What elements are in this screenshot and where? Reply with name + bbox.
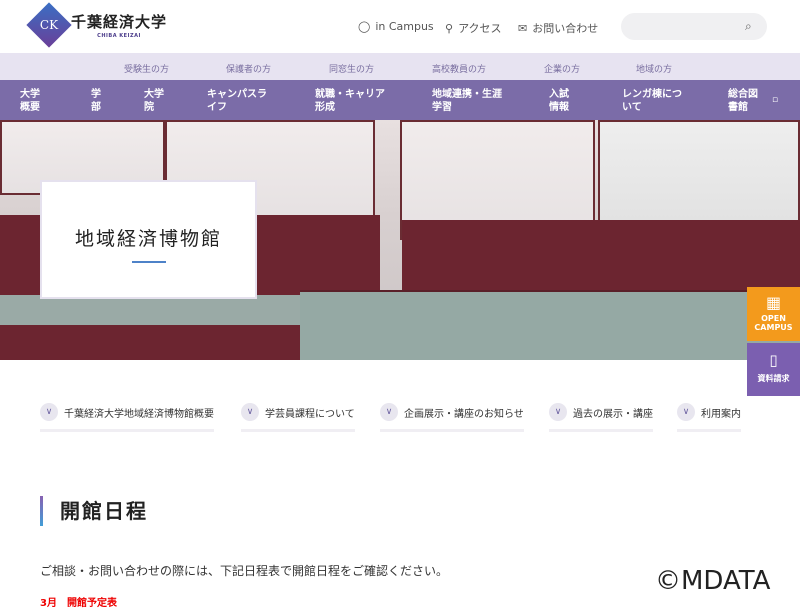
- anchor-link[interactable]: ∨ 学芸員課程について: [241, 403, 355, 432]
- anchor-link[interactable]: ∨ 利用案内: [677, 403, 741, 432]
- audience-link[interactable]: 保護者の方: [226, 62, 271, 75]
- request-label: 資料請求: [757, 374, 790, 383]
- chevron-down-icon: ∨: [380, 403, 398, 421]
- logo-sub: CHIBA KEIZAI: [97, 33, 141, 39]
- audience-link[interactable]: 同窓生の方: [329, 62, 374, 75]
- contact-link[interactable]: ✉ お問い合わせ: [518, 20, 598, 36]
- mail-icon: ✉: [518, 21, 528, 35]
- nav-item[interactable]: レンガ棟につ いて: [622, 88, 682, 114]
- open-campus-button[interactable]: ▦ OPEN CAMPUS: [747, 287, 800, 341]
- in-campus-link[interactable]: ◯ in Campus: [358, 20, 434, 33]
- anchor-label: 企画展示・講座のお知らせ: [404, 408, 524, 420]
- chevron-down-icon: ∨: [241, 403, 259, 421]
- title-underline: [131, 261, 166, 263]
- audience-link[interactable]: 受験生の方: [124, 62, 169, 75]
- map-pin-icon: ⚲: [445, 21, 454, 35]
- chevron-down-icon: ∨: [40, 403, 58, 421]
- external-link-icon: ▫: [772, 95, 779, 105]
- logo-mark: CK: [26, 2, 72, 48]
- access-link[interactable]: ⚲ アクセス: [445, 20, 502, 36]
- nav-item[interactable]: 大学 概要: [20, 88, 40, 114]
- audience-link[interactable]: 企業の方: [544, 62, 580, 75]
- chevron-down-icon: ∨: [549, 403, 567, 421]
- nav-item[interactable]: 学 部: [91, 88, 101, 114]
- anchor-link[interactable]: ∨ 企画展示・講座のお知らせ: [380, 403, 524, 432]
- intro-text: ご相談・お問い合わせの際には、下記日程表で開館日程をご確認ください。: [40, 564, 449, 578]
- page-title: 地域経済博物館: [74, 228, 222, 250]
- nav-item[interactable]: 就職・キャリア 形成: [315, 88, 385, 114]
- glass-case: [300, 292, 800, 360]
- section-heading: 開館日程: [40, 496, 148, 526]
- logo-text: 千葉経済大学: [71, 13, 168, 31]
- chevron-down-icon: ∨: [677, 403, 695, 421]
- hero-image: 地域経済博物館: [0, 120, 800, 360]
- schedule-label: 3月 開館予定表: [40, 598, 117, 609]
- nav-item[interactable]: キャンパスラ イフ: [207, 88, 267, 114]
- display-base: [402, 220, 800, 300]
- open-campus-label: OPEN CAMPUS: [754, 314, 793, 332]
- header: CK 千葉経済大学 CHIBA KEIZAI ◯ in Campus ⚲ アクセス …: [0, 0, 800, 53]
- calendar-icon: ▦: [765, 293, 782, 312]
- user-icon: ◯: [358, 20, 371, 33]
- anchor-label: 過去の展示・講座: [573, 408, 653, 420]
- audience-link[interactable]: 地域の方: [636, 62, 672, 75]
- main-nav: 大学 概要 学 部 大学 院 キャンパスラ イフ 就職・キャリア 形成 地域連携…: [0, 80, 800, 120]
- watermark: ©MDATA: [655, 566, 771, 596]
- link-label: in Campus: [375, 20, 434, 33]
- anchor-link[interactable]: ∨ 千葉経済大学地域経済博物館概要: [40, 403, 214, 432]
- anchor-link[interactable]: ∨ 過去の展示・講座: [549, 403, 653, 432]
- logo[interactable]: CK 千葉経済大学 CHIBA KEIZAI: [26, 2, 168, 48]
- audience-link[interactable]: 高校教員の方: [432, 62, 486, 75]
- page-title-box: 地域経済博物館: [40, 180, 257, 299]
- anchor-label: 利用案内: [701, 408, 741, 420]
- nav-item[interactable]: 入試 情報: [549, 88, 569, 114]
- document-icon: ▯: [769, 351, 778, 369]
- audience-nav: 受験生の方 保護者の方 同窓生の方 高校教員の方 企業の方 地域の方: [0, 53, 800, 80]
- request-materials-button[interactable]: ▯ 資料請求: [747, 343, 800, 396]
- search-icon[interactable]: ⌕: [745, 19, 752, 34]
- link-label: アクセス: [458, 22, 502, 35]
- anchor-label: 学芸員課程について: [265, 408, 355, 420]
- nav-item[interactable]: 総合図 書館: [728, 88, 758, 114]
- anchor-label: 千葉経済大学地域経済博物館概要: [64, 408, 214, 420]
- nav-item[interactable]: 大学 院: [144, 88, 164, 114]
- link-label: お問い合わせ: [532, 22, 599, 35]
- nav-item[interactable]: 地域連携・生涯 学習: [432, 88, 502, 114]
